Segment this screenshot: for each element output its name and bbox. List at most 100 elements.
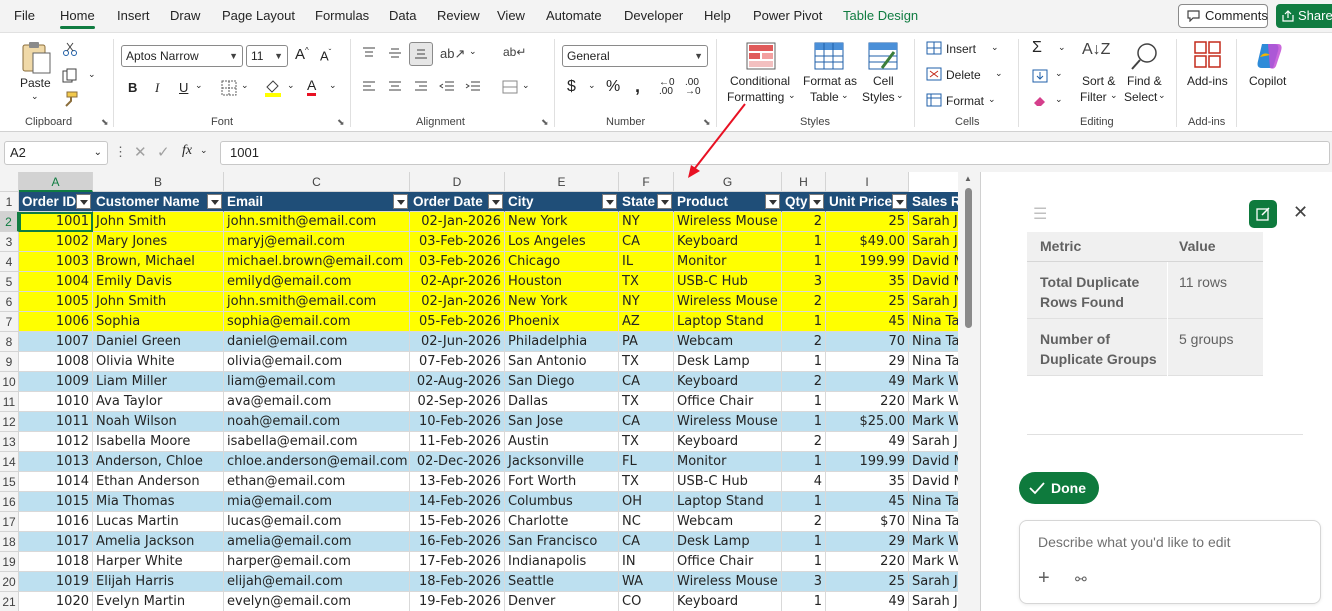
- alignment-launcher-icon[interactable]: ⬊: [541, 117, 549, 128]
- table-cell[interactable]: michael.brown@email.com: [224, 252, 410, 272]
- table-cell[interactable]: 199.99: [826, 452, 909, 472]
- add-icon[interactable]: +: [1038, 567, 1050, 590]
- table-cell[interactable]: Houston: [505, 272, 619, 292]
- increase-decimal-icon[interactable]: ←0.00: [659, 78, 675, 97]
- table-cell[interactable]: 14-Feb-2026: [410, 492, 505, 512]
- table-cell[interactable]: New York: [505, 292, 619, 312]
- table-cell[interactable]: elijah@email.com: [224, 572, 410, 592]
- insert-function-button[interactable]: fx: [182, 143, 192, 159]
- table-cell[interactable]: 49: [826, 432, 909, 452]
- orientation-dropdown-icon[interactable]: ⌄: [469, 46, 477, 57]
- table-cell[interactable]: Austin: [505, 432, 619, 452]
- table-cell[interactable]: San Diego: [505, 372, 619, 392]
- row-header[interactable]: 21: [0, 592, 19, 611]
- table-cell[interactable]: NY: [619, 212, 674, 232]
- table-cell[interactable]: New York: [505, 212, 619, 232]
- table-cell[interactable]: 1020: [19, 592, 93, 611]
- table-cell[interactable]: Laptop Stand: [674, 312, 782, 332]
- table-cell[interactable]: Dallas: [505, 392, 619, 412]
- table-header-cell[interactable]: Order Date: [410, 192, 505, 212]
- increase-indent-icon[interactable]: [465, 81, 481, 93]
- menu-formulas[interactable]: Formulas: [315, 8, 369, 23]
- table-cell[interactable]: Daniel Green: [93, 332, 224, 352]
- table-cell[interactable]: 1013: [19, 452, 93, 472]
- formula-input[interactable]: 1001: [220, 141, 1330, 165]
- column-header[interactable]: H: [782, 172, 826, 192]
- filter-dropdown-icon[interactable]: [488, 194, 503, 209]
- font-color-icon[interactable]: A: [307, 77, 317, 96]
- decrease-indent-icon[interactable]: [439, 81, 455, 93]
- table-cell[interactable]: Nina Ta: [909, 312, 958, 332]
- table-cell[interactable]: 1015: [19, 492, 93, 512]
- table-cell[interactable]: Liam Miller: [93, 372, 224, 392]
- scroll-thumb[interactable]: [965, 188, 972, 328]
- table-cell[interactable]: Mia Thomas: [93, 492, 224, 512]
- table-cell[interactable]: lucas@email.com: [224, 512, 410, 532]
- column-header[interactable]: D: [410, 172, 505, 192]
- table-cell[interactable]: olivia@email.com: [224, 352, 410, 372]
- table-cell[interactable]: daniel@email.com: [224, 332, 410, 352]
- table-cell[interactable]: 03-Feb-2026: [410, 252, 505, 272]
- table-cell[interactable]: 1016: [19, 512, 93, 532]
- table-cell[interactable]: 2: [782, 432, 826, 452]
- table-cell[interactable]: sophia@email.com: [224, 312, 410, 332]
- table-cell[interactable]: Denver: [505, 592, 619, 611]
- font-name-combo[interactable]: Aptos Narrow ▼: [121, 45, 243, 67]
- table-header-cell[interactable]: City: [505, 192, 619, 212]
- table-cell[interactable]: Keyboard: [674, 592, 782, 611]
- row-header[interactable]: 10: [0, 372, 19, 392]
- table-cell[interactable]: 1003: [19, 252, 93, 272]
- table-cell[interactable]: Sarah J: [909, 432, 958, 452]
- table-cell[interactable]: isabella@email.com: [224, 432, 410, 452]
- table-cell[interactable]: 1018: [19, 552, 93, 572]
- table-cell[interactable]: 02-Dec-2026: [410, 452, 505, 472]
- table-cell[interactable]: 29: [826, 532, 909, 552]
- table-cell[interactable]: Isabella Moore: [93, 432, 224, 452]
- table-cell[interactable]: Office Chair: [674, 552, 782, 572]
- table-cell[interactable]: Wireless Mouse: [674, 572, 782, 592]
- row-header[interactable]: 16: [0, 492, 19, 512]
- menu-insert[interactable]: Insert: [117, 8, 150, 23]
- table-cell[interactable]: john.smith@email.com: [224, 292, 410, 312]
- table-cell[interactable]: 15-Feb-2026: [410, 512, 505, 532]
- table-cell[interactable]: 1017: [19, 532, 93, 552]
- close-icon[interactable]: ✕: [1293, 202, 1308, 223]
- font-launcher-icon[interactable]: ⬊: [337, 117, 345, 128]
- table-cell[interactable]: Desk Lamp: [674, 532, 782, 552]
- menu-view[interactable]: View: [497, 8, 525, 23]
- underline-dropdown-icon[interactable]: ⌄: [195, 80, 203, 91]
- table-cell[interactable]: NC: [619, 512, 674, 532]
- table-cell[interactable]: John Smith: [93, 292, 224, 312]
- table-cell[interactable]: 16-Feb-2026: [410, 532, 505, 552]
- table-cell[interactable]: Emily Davis: [93, 272, 224, 292]
- table-cell[interactable]: 03-Feb-2026: [410, 232, 505, 252]
- table-cell[interactable]: Monitor: [674, 252, 782, 272]
- autosum-icon[interactable]: Σ: [1032, 39, 1042, 57]
- copy-icon[interactable]: [62, 68, 78, 84]
- table-cell[interactable]: ava@email.com: [224, 392, 410, 412]
- table-cell[interactable]: San Jose: [505, 412, 619, 432]
- table-cell[interactable]: NY: [619, 292, 674, 312]
- row-header[interactable]: 17: [0, 512, 19, 532]
- table-cell[interactable]: Wireless Mouse: [674, 412, 782, 432]
- table-cell[interactable]: 05-Feb-2026: [410, 312, 505, 332]
- table-cell[interactable]: San Francisco: [505, 532, 619, 552]
- menu-home[interactable]: Home: [60, 8, 95, 29]
- table-cell[interactable]: 25: [826, 572, 909, 592]
- table-cell[interactable]: chloe.anderson@email.com: [224, 452, 410, 472]
- table-cell[interactable]: TX: [619, 272, 674, 292]
- table-cell[interactable]: Keyboard: [674, 432, 782, 452]
- name-box[interactable]: A2 ⌄: [4, 141, 108, 165]
- table-cell[interactable]: Evelyn Martin: [93, 592, 224, 611]
- borders-dropdown-icon[interactable]: ⌄: [241, 80, 249, 91]
- table-cell[interactable]: 220: [826, 552, 909, 572]
- align-left-icon[interactable]: [362, 81, 376, 93]
- table-cell[interactable]: Ethan Anderson: [93, 472, 224, 492]
- table-cell[interactable]: 1: [782, 312, 826, 332]
- fill-dropdown-icon[interactable]: ⌄: [1055, 68, 1063, 79]
- filter-dropdown-icon[interactable]: [892, 194, 907, 209]
- row-header[interactable]: 15: [0, 472, 19, 492]
- table-cell[interactable]: Office Chair: [674, 392, 782, 412]
- table-cell[interactable]: 02-Aug-2026: [410, 372, 505, 392]
- table-cell[interactable]: Los Angeles: [505, 232, 619, 252]
